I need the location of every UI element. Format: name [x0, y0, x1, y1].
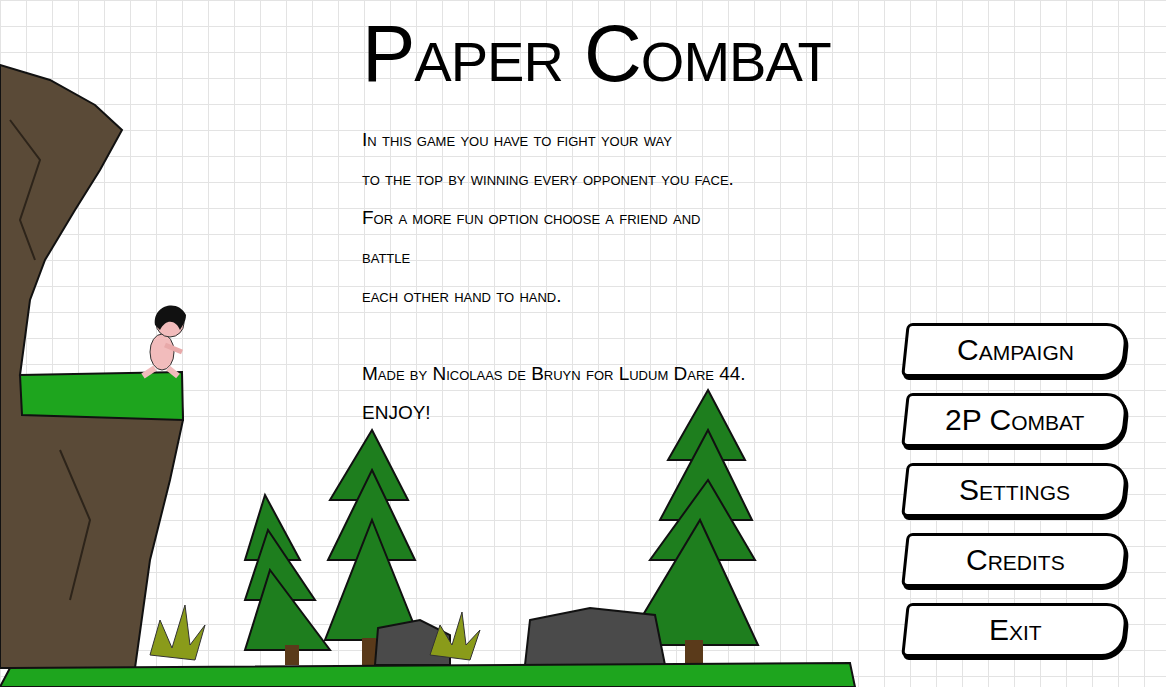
- menu-button[interactable]: 2P Combat: [901, 393, 1129, 447]
- description-line: For a more fun option choose a friend an…: [362, 198, 904, 237]
- menu-button[interactable]: Credits: [901, 533, 1129, 587]
- credits-text: Made by Nicolaas de Bruyn for Ludum Dare…: [362, 354, 904, 432]
- menu-button-label: Campaign: [957, 335, 1074, 365]
- credits-line: ENJOY!: [362, 393, 904, 432]
- menu-button[interactable]: Exit: [901, 603, 1129, 657]
- fighter-icon: [143, 305, 186, 376]
- menu-button-label: 2P Combat: [945, 405, 1084, 435]
- description-line: In this game you have to fight your way: [362, 120, 904, 159]
- description: In this game you have to fight your wayt…: [362, 120, 904, 315]
- menu-buttons: Campaign 2P Combat Settings Credits Exit: [904, 14, 1126, 657]
- menu-button-label: Exit: [989, 615, 1042, 645]
- description-line: battle: [362, 237, 904, 276]
- menu-button[interactable]: Settings: [901, 463, 1129, 517]
- game-title: Paper Combat: [362, 14, 904, 94]
- main-menu: Paper Combat In this game you have to fi…: [0, 0, 1166, 687]
- menu-layout: Paper Combat In this game you have to fi…: [0, 0, 1166, 657]
- credits-line: Made by Nicolaas de Bruyn for Ludum Dare…: [362, 354, 904, 393]
- menu-button-label: Credits: [966, 545, 1065, 575]
- menu-button[interactable]: Campaign: [901, 323, 1129, 377]
- menu-button-label: Settings: [959, 475, 1070, 505]
- description-line: each other hand to hand.: [362, 276, 904, 315]
- info-column: Paper Combat In this game you have to fi…: [362, 14, 904, 657]
- description-line: to the top by winning every opponent you…: [362, 159, 904, 198]
